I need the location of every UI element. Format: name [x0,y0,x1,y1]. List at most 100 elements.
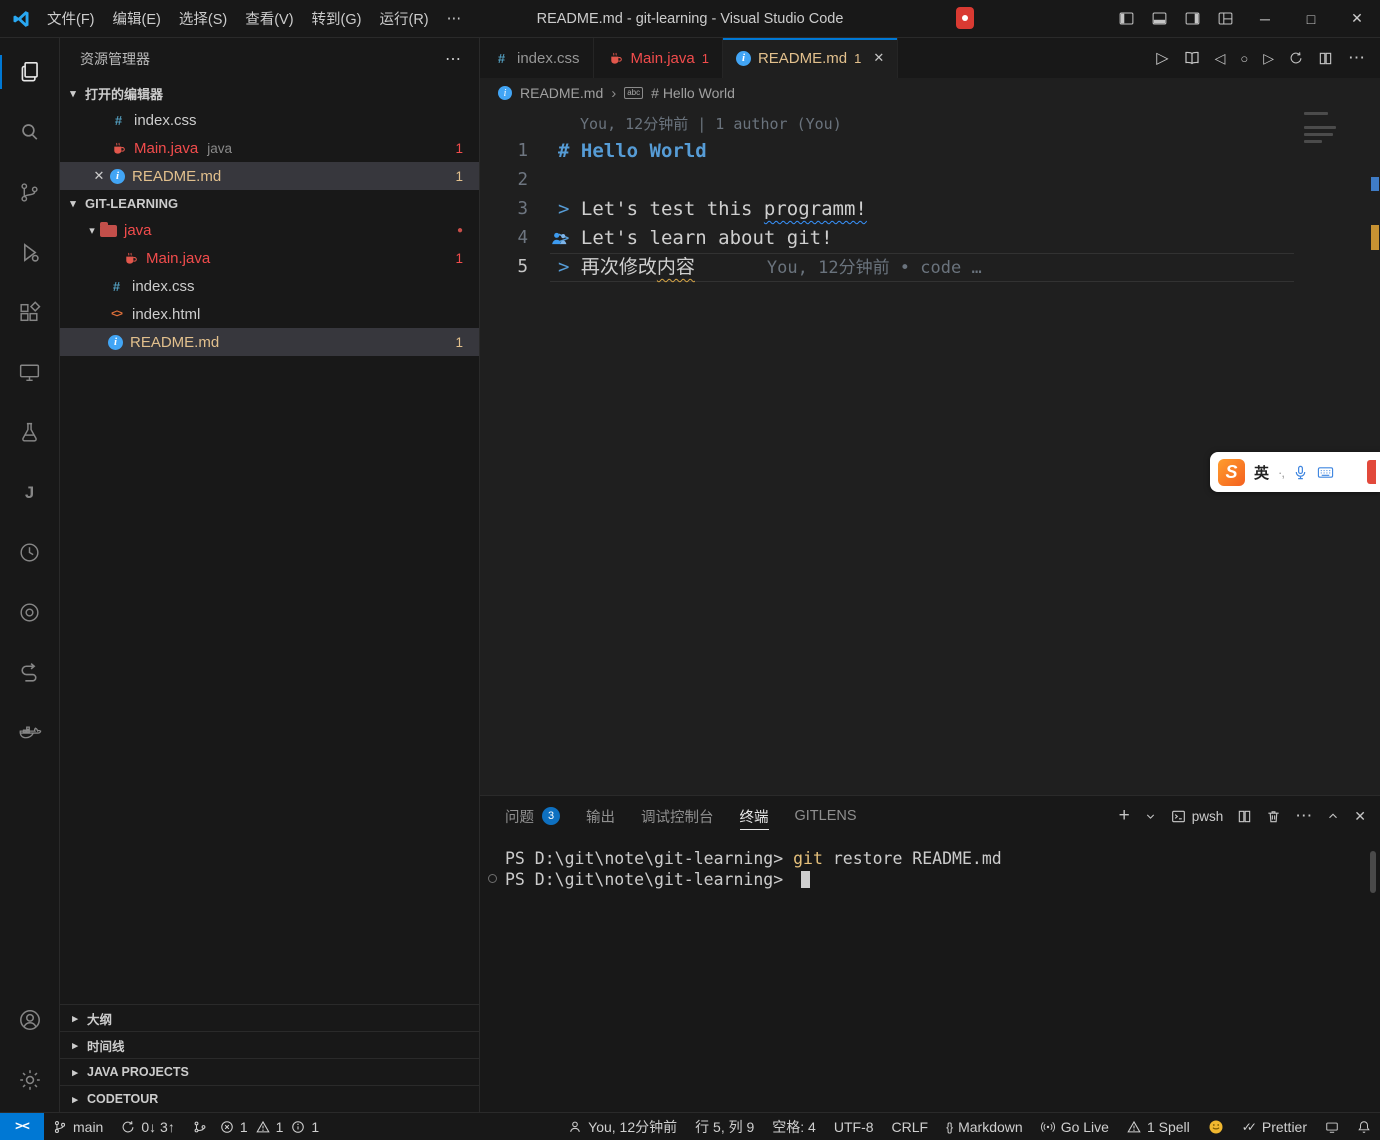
terminal-instance-pwsh[interactable]: pwsh [1171,809,1224,824]
open-changes-icon[interactable]: ○ [1240,51,1248,66]
maximize-panel-icon[interactable] [1326,809,1340,823]
menu-item-1[interactable]: 编辑(E) [104,4,170,33]
more-actions-icon[interactable]: ⋯ [1348,48,1365,68]
code-content[interactable]: > Let's test this programm! [550,195,1380,224]
tree-folder-java[interactable]: ▾java● [60,216,479,244]
activity-source-control-icon[interactable] [0,162,59,222]
activity-live-server-icon[interactable] [0,582,59,642]
breadcrumb-symbol[interactable]: # Hello World [651,85,735,101]
status-prettier[interactable]: ✓✓Prettier [1233,1113,1316,1140]
activity-docker-icon[interactable] [0,702,59,762]
activity-jupyter-icon[interactable]: J [0,462,59,522]
tab-index.css[interactable]: #index.css [480,38,594,78]
close-icon[interactable]: ✕ [88,168,110,184]
maximize-button[interactable]: □ [1288,0,1334,37]
sidebar-section-3[interactable]: ▸CODETOUR [60,1085,479,1112]
panel-more-actions-icon[interactable]: ⋯ [1295,806,1312,826]
terminal[interactable]: PS D:\git\note\git-learning> git restore… [480,836,1380,1112]
sidebar-section-2[interactable]: ▸JAVA PROJECTS [60,1058,479,1085]
split-terminal-icon[interactable] [1237,809,1252,824]
code-content[interactable] [550,166,1380,195]
new-terminal-icon[interactable]: + [1119,805,1130,827]
prev-change-icon[interactable]: ◁ [1215,50,1226,67]
ime-toolbox-icon[interactable] [1367,460,1376,484]
ime-language-toggle[interactable]: 英 [1254,462,1269,483]
sogou-logo-icon[interactable]: S [1218,459,1245,486]
activity-gitlens-icon[interactable] [0,522,59,582]
status-warnings[interactable]: 1 [252,1113,288,1140]
split-editor-icon[interactable] [1318,51,1333,66]
panel-tab-输出[interactable]: 输出 [586,796,615,836]
close-button[interactable]: ✕ [1334,0,1380,37]
breadcrumb-file[interactable]: README.md [520,85,603,101]
open-editor-item[interactable]: #index.css [60,106,479,134]
toggle-panel-icon[interactable] [1143,0,1176,37]
panel-tab-问题[interactable]: 问题3 [505,796,560,836]
open-editor-item[interactable]: Main.javajava1 [60,134,479,162]
tree-file-README.md[interactable]: iREADME.md1 [60,328,479,356]
activity-explorer-icon[interactable] [0,42,59,102]
status-git-graph[interactable] [184,1113,216,1140]
sidebar-section-0[interactable]: ▸大纲 [60,1004,479,1031]
sidebar-section-1[interactable]: ▸时间线 [60,1031,479,1058]
close-panel-icon[interactable]: ✕ [1354,808,1366,825]
minimap[interactable] [1304,112,1366,147]
ime-punctuation-icon[interactable]: ·, [1278,465,1284,480]
tree-file-index.css[interactable]: #index.css [60,272,479,300]
menu-overflow-icon[interactable]: ⋯ [438,7,471,31]
status-infos[interactable]: 1 [287,1113,323,1140]
customize-layout-icon[interactable] [1209,0,1242,37]
status-go-live[interactable]: Go Live [1032,1113,1118,1140]
terminal-scrollbar[interactable] [1370,851,1376,893]
activity-settings-icon[interactable] [0,1050,59,1110]
code-content[interactable]: > Let's learn about git! [550,224,1380,253]
status-language-mode[interactable]: {}Markdown [937,1113,1032,1140]
menu-item-5[interactable]: 运行(R) [370,4,437,33]
status-spell[interactable]: 1 Spell [1118,1113,1199,1140]
tree-file-Main.java[interactable]: Main.java1 [60,244,479,272]
menu-item-2[interactable]: 选择(S) [170,4,236,33]
tree-file-index.html[interactable]: <>index.html [60,300,479,328]
tab-README.md[interactable]: iREADME.md1✕ [723,38,898,78]
kill-terminal-icon[interactable] [1266,809,1281,824]
remote-indicator[interactable]: >< [0,1113,44,1140]
status-cursor-position[interactable]: 行 5, 列 9 [686,1113,763,1140]
gitlens-codelens[interactable]: You, 12分钟前 | 1 author (You) [580,112,1380,137]
activity-search-icon[interactable] [0,102,59,162]
toggle-secondary-sidebar-icon[interactable] [1176,0,1209,37]
run-icon[interactable]: ▷ [1156,48,1168,68]
open-preview-icon[interactable] [1184,50,1200,66]
activity-account-icon[interactable] [0,990,59,1050]
status-screen-cast[interactable] [1316,1113,1348,1140]
menu-item-0[interactable]: 文件(F) [38,4,104,33]
activity-remote-explorer-icon[interactable] [0,342,59,402]
code-content[interactable]: # Hello World [550,137,1380,166]
minimize-button[interactable]: ─ [1242,0,1288,37]
status-eol[interactable]: CRLF [883,1113,938,1140]
status-gold-badge[interactable] [1199,1113,1233,1140]
terminal-profile-dropdown-icon[interactable] [1144,810,1157,823]
tab-Main.java[interactable]: Main.java1 [594,38,723,78]
status-sync[interactable]: 0↓ 3↑ [112,1113,183,1140]
menu-item-4[interactable]: 转到(G) [303,4,371,33]
status-branch[interactable]: main [44,1113,112,1140]
terminal-line[interactable]: PS D:\git\note\git-learning> [505,869,1380,890]
menu-item-3[interactable]: 查看(V) [236,4,302,33]
status-indentation[interactable]: 空格: 4 [763,1113,825,1140]
status-blame[interactable]: You, 12分钟前 [559,1113,686,1140]
sidebar-more-actions-icon[interactable]: ⋯ [445,49,461,69]
activity-run-debug-icon[interactable] [0,222,59,282]
status-errors[interactable]: 1 [216,1113,252,1140]
status-notifications[interactable] [1348,1113,1380,1140]
panel-tab-终端[interactable]: 终端 [740,796,769,836]
status-encoding[interactable]: UTF-8 [825,1113,883,1140]
activity-codetour-icon[interactable] [0,642,59,702]
activity-extensions-icon[interactable] [0,282,59,342]
panel-tab-调试控制台[interactable]: 调试控制台 [641,796,714,836]
next-change-icon[interactable]: ▷ [1263,50,1274,67]
code-content[interactable]: > 再次修改内容You, 12分钟前 • code … [550,253,1294,282]
panel-tab-GITLENS[interactable]: GITLENS [795,796,857,836]
toggle-sidebar-icon[interactable] [1110,0,1143,37]
activity-testing-icon[interactable] [0,402,59,462]
open-editor-item[interactable]: ✕iREADME.md1 [60,162,479,190]
